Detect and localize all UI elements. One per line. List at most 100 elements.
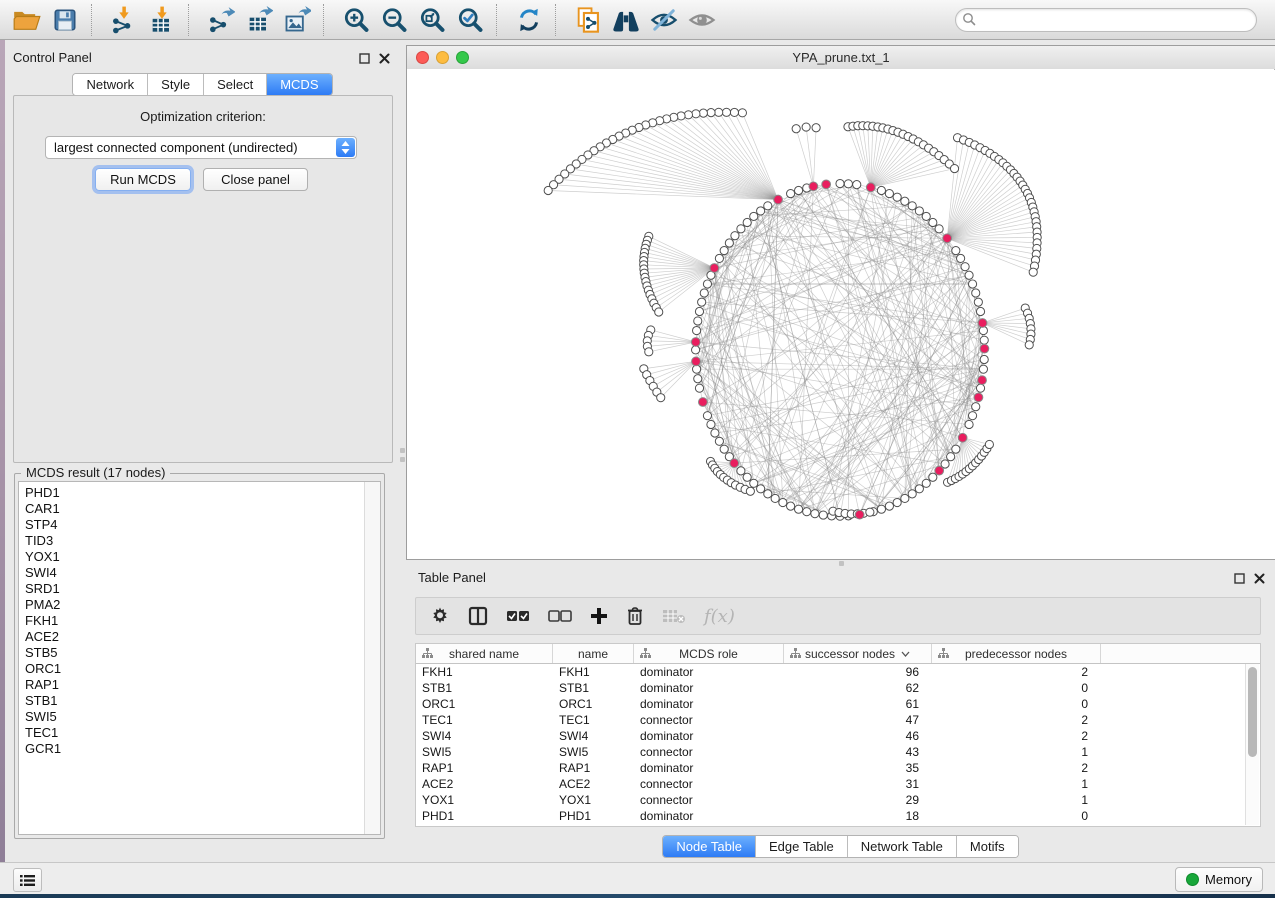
import-table-icon[interactable] (143, 3, 181, 37)
float-panel-icon[interactable] (1234, 571, 1245, 589)
criterion-select[interactable]: largest connected component (undirected) (45, 136, 357, 159)
export-network-icon[interactable] (202, 3, 240, 37)
list-item[interactable]: STB5 (19, 645, 364, 661)
table-row[interactable]: YOX1YOX1connector291 (416, 792, 1260, 808)
tab-edge-table[interactable]: Edge Table (756, 836, 848, 857)
graph-nodes[interactable] (544, 108, 1041, 520)
list-item[interactable]: SRD1 (19, 581, 364, 597)
tab-style[interactable]: Style (148, 74, 204, 95)
list-item[interactable]: FKH1 (19, 613, 364, 629)
scrollbar-thumb[interactable] (1248, 667, 1257, 757)
table-row[interactable]: FKH1FKH1dominator962 (416, 664, 1260, 680)
list-scrollbar[interactable] (364, 482, 380, 834)
column-header-mcds-role[interactable]: MCDS role (634, 644, 784, 663)
run-mcds-button[interactable]: Run MCDS (95, 168, 191, 191)
graph-node (693, 326, 701, 334)
close-panel-icon[interactable] (1254, 571, 1265, 589)
graph-node (720, 246, 728, 254)
table-row[interactable]: RAP1RAP1dominator352 (416, 760, 1260, 776)
list-item[interactable]: SWI5 (19, 709, 364, 725)
zoom-selected-icon[interactable] (451, 3, 489, 37)
first-neighbors-icon[interactable] (607, 3, 645, 37)
table-scrollbar[interactable] (1245, 664, 1259, 825)
zoom-in-icon[interactable] (337, 3, 375, 37)
list-item[interactable]: ORC1 (19, 661, 364, 677)
save-icon[interactable] (46, 3, 84, 37)
float-panel-icon[interactable] (359, 51, 370, 69)
list-item[interactable]: RAP1 (19, 677, 364, 693)
close-panel-button[interactable]: Close panel (203, 168, 308, 191)
list-item[interactable]: PHD1 (19, 485, 364, 501)
table-row[interactable]: SWI4SWI4dominator462 (416, 728, 1260, 744)
import-network-icon[interactable] (105, 3, 143, 37)
mcds-panel: Optimization criterion: largest connecte… (13, 95, 393, 463)
list-item[interactable]: YOX1 (19, 549, 364, 565)
table-row[interactable]: TEC1TEC1connector472 (416, 712, 1260, 728)
export-table-icon[interactable] (240, 3, 278, 37)
mcds-graph-node (692, 357, 701, 366)
tab-network[interactable]: Network (73, 74, 148, 95)
mcds-result-title: MCDS result (17 nodes) (21, 465, 170, 480)
mcds-result-list[interactable]: PHD1CAR1STP4TID3YOX1SWI4SRD1PMA2FKH1ACE2… (18, 481, 381, 835)
delete-table-icon (662, 608, 686, 624)
table-settings-icon[interactable] (430, 606, 450, 626)
graph-node (700, 289, 708, 297)
list-item[interactable]: TID3 (19, 533, 364, 549)
toolbar-separator (496, 4, 504, 36)
select-all-icon[interactable] (506, 609, 530, 623)
tab-select[interactable]: Select (204, 74, 267, 95)
network-graph[interactable] (407, 69, 1274, 559)
close-panel-icon[interactable] (379, 51, 390, 69)
tab-network-table[interactable]: Network Table (848, 836, 957, 857)
list-item[interactable]: PMA2 (19, 597, 364, 613)
zoom-out-icon[interactable] (375, 3, 413, 37)
export-image-icon[interactable] (278, 3, 316, 37)
task-history-button[interactable] (13, 868, 42, 892)
table-row[interactable]: ACE2ACE2connector311 (416, 776, 1260, 792)
list-item[interactable]: GCR1 (19, 741, 364, 757)
list-item[interactable]: TEC1 (19, 725, 364, 741)
graph-node (715, 437, 723, 445)
graph-node (715, 254, 723, 262)
list-item[interactable]: ACE2 (19, 629, 364, 645)
graph-node (692, 346, 700, 354)
column-header-predecessor-nodes[interactable]: predecessor nodes (932, 644, 1101, 663)
open-folder-icon[interactable] (8, 3, 46, 37)
column-header-shared-name[interactable]: shared name (416, 644, 553, 663)
refresh-icon[interactable] (510, 3, 548, 37)
list-item[interactable]: STP4 (19, 517, 364, 533)
delete-column-icon[interactable] (626, 606, 644, 626)
table-cell: FKH1 (416, 664, 553, 680)
graph-node (698, 298, 706, 306)
list-item[interactable]: SWI4 (19, 565, 364, 581)
table-row[interactable]: STB1STB1dominator620 (416, 680, 1260, 696)
show-graphics-details-icon[interactable] (683, 3, 721, 37)
mcds-graph-node (730, 459, 739, 468)
search-input[interactable] (955, 8, 1257, 32)
network-canvas[interactable] (407, 69, 1274, 559)
deselect-all-icon[interactable] (548, 609, 572, 623)
table-row[interactable]: ORC1ORC1dominator610 (416, 696, 1260, 712)
table-cell: connector (634, 792, 784, 808)
add-column-icon[interactable] (590, 607, 608, 625)
table-cell: connector (634, 712, 784, 728)
memory-button[interactable]: Memory (1175, 867, 1263, 892)
graph-node (684, 111, 692, 119)
clone-network-icon[interactable] (569, 3, 607, 37)
column-header-name[interactable]: name (553, 644, 634, 663)
tab-mcds[interactable]: MCDS (267, 74, 331, 95)
show-columns-icon[interactable] (468, 606, 488, 626)
table-cell: PHD1 (416, 808, 553, 824)
list-item[interactable]: STB1 (19, 693, 364, 709)
list-item[interactable]: CAR1 (19, 501, 364, 517)
zoom-fit-icon[interactable] (413, 3, 451, 37)
tab-motifs[interactable]: Motifs (957, 836, 1018, 857)
tab-node-table[interactable]: Node Table (663, 836, 756, 857)
table-cell: 1 (932, 792, 1101, 808)
table-row[interactable]: PHD1PHD1dominator180 (416, 808, 1260, 824)
table-row[interactable]: SWI5SWI5connector431 (416, 744, 1260, 760)
vertical-splitter[interactable] (399, 443, 406, 467)
column-header-successor-nodes[interactable]: successor nodes (784, 644, 932, 663)
table-cell: 1 (932, 776, 1101, 792)
hide-selected-icon[interactable] (645, 3, 683, 37)
